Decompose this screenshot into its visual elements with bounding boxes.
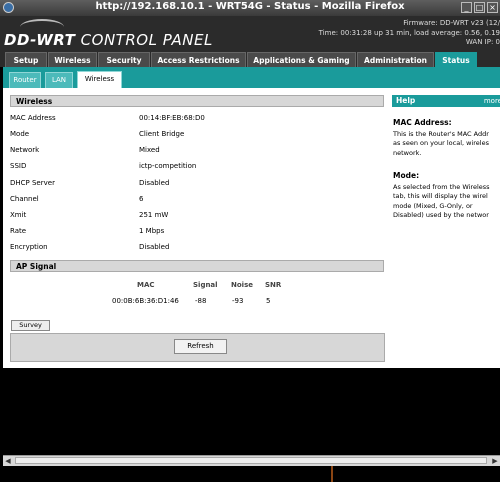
tab-status[interactable]: Status	[435, 52, 477, 67]
row-value: 00:14:BF:EB:68:D0	[139, 114, 205, 122]
subtab-lan[interactable]: LAN	[45, 72, 73, 88]
close-icon[interactable]: ×	[487, 2, 498, 13]
ddwrt-logo: DD-WRT CONTROL PANEL	[4, 31, 213, 49]
status-bar	[0, 466, 500, 482]
row-label: Channel	[10, 195, 39, 203]
help-more-link[interactable]: more	[484, 95, 500, 107]
tab-setup[interactable]: Setup	[5, 52, 47, 67]
tab-administration[interactable]: Administration	[357, 52, 434, 67]
ap-noise-value: -93	[232, 297, 244, 305]
ap-mac-value: 00:0B:6B:36:D1:46	[112, 297, 179, 305]
info-row: DHCP Server Disabled	[10, 179, 385, 191]
ap-header-noise: Noise	[231, 281, 253, 289]
help-line: network.	[393, 148, 422, 157]
button-bar: Refresh	[10, 333, 385, 362]
firmware-version: Firmware: DD-WRT v23 (12/	[403, 19, 500, 27]
router-info: Firmware: DD-WRT v23 (12/ Time: 00:31:28…	[319, 19, 500, 48]
help-mode-title: Mode:	[393, 171, 420, 180]
window-title: http://192.168.10.1 - WRT54G - Status - …	[95, 1, 405, 12]
status-divider	[331, 466, 333, 482]
ddwrt-header: DD-WRT CONTROL PANEL Firmware: DD-WRT v2…	[0, 16, 500, 51]
minimize-icon[interactable]: _	[461, 2, 472, 13]
ap-header-snr: SNR	[265, 281, 282, 289]
row-value: ictp-competition	[139, 162, 197, 170]
row-value: Client Bridge	[139, 130, 185, 138]
main-content: Wireless MAC Address 00:14:BF:EB:68:D0 Mo…	[3, 88, 500, 368]
logo-text: DD-WRT	[4, 31, 76, 49]
maximize-icon[interactable]: □	[474, 2, 485, 13]
scrollbar-thumb[interactable]	[15, 457, 487, 464]
info-row: Network Mixed	[10, 146, 385, 158]
ap-header-mac: MAC	[137, 281, 155, 289]
help-line: tab, this will display the wirel	[393, 192, 488, 201]
help-line: mode (Mixed, G-Only, or	[393, 201, 473, 210]
main-nav: Setup Wireless Security Access Restricti…	[0, 51, 500, 67]
sub-nav: Router LAN Wireless	[3, 67, 500, 88]
row-label: Rate	[10, 227, 27, 235]
row-label: MAC Address	[10, 114, 56, 122]
refresh-button[interactable]: Refresh	[174, 339, 227, 354]
row-label: SSID	[10, 162, 27, 170]
row-label: Xmit	[10, 211, 27, 219]
tab-wireless[interactable]: Wireless	[48, 52, 97, 67]
row-label: Encryption	[10, 243, 48, 251]
window-titlebar: http://192.168.10.1 - WRT54G - Status - …	[0, 0, 500, 16]
ap-signal-heading: AP Signal	[10, 260, 384, 272]
row-value: 1 Mbps	[139, 227, 165, 235]
help-panel: Help more MAC Address: This is the Route…	[392, 95, 500, 368]
tab-security[interactable]: Security	[98, 52, 150, 67]
scroll-right-icon[interactable]: ▶	[491, 457, 499, 465]
help-mode-text: As selected from the Wireless tab, this …	[393, 183, 500, 220]
help-line: As selected from the Wireless	[393, 183, 490, 191]
row-label: DHCP Server	[10, 179, 55, 187]
row-label: Mode	[10, 130, 30, 138]
row-value: Disabled	[139, 243, 170, 251]
help-title: Help	[396, 96, 416, 105]
info-row: Xmit 251 mW	[10, 211, 385, 223]
row-value: 251 mW	[139, 211, 169, 219]
subtab-router[interactable]: Router	[9, 72, 41, 88]
subtab-wireless[interactable]: Wireless	[77, 71, 122, 88]
info-row: Encryption Disabled	[10, 243, 385, 255]
wireless-section-heading: Wireless	[10, 95, 384, 107]
info-row: Mode Client Bridge	[10, 130, 385, 142]
row-value: Mixed	[139, 146, 160, 154]
row-value: 6	[139, 195, 144, 203]
help-heading: Help more	[392, 95, 500, 107]
info-row: SSID ictp-competition	[10, 162, 385, 174]
survey-button[interactable]: Survey	[11, 320, 50, 331]
horizontal-scrollbar[interactable]: ◀ ▶	[3, 455, 500, 466]
ap-header-signal: Signal	[193, 281, 218, 289]
help-mac-text: This is the Router's MAC Addr as seen on…	[393, 130, 500, 158]
row-value: Disabled	[139, 179, 170, 187]
ap-snr-value: 5	[266, 297, 271, 305]
row-label: Network	[10, 146, 40, 154]
help-line: Disabled) used by the networ	[393, 210, 489, 219]
logo-subtitle: CONTROL PANEL	[80, 31, 213, 49]
help-line: as seen on your local, wireles	[393, 139, 489, 148]
info-row: Channel 6	[10, 195, 385, 207]
help-mac-title: MAC Address:	[393, 118, 452, 127]
tab-access-restrictions[interactable]: Access Restrictions	[151, 52, 246, 67]
info-row: Rate 1 Mbps	[10, 227, 385, 239]
ap-signal-value: -88	[195, 297, 207, 305]
scroll-left-icon[interactable]: ◀	[4, 457, 12, 465]
tab-applications-gaming[interactable]: Applications & Gaming	[247, 52, 356, 67]
info-row: MAC Address 00:14:BF:EB:68:D0	[10, 114, 385, 126]
wan-ip: WAN IP: 0	[465, 38, 500, 46]
help-line: This is the Router's MAC Addr	[393, 130, 489, 138]
uptime: Time: 00:31:28 up 31 min, load average: …	[318, 28, 500, 37]
